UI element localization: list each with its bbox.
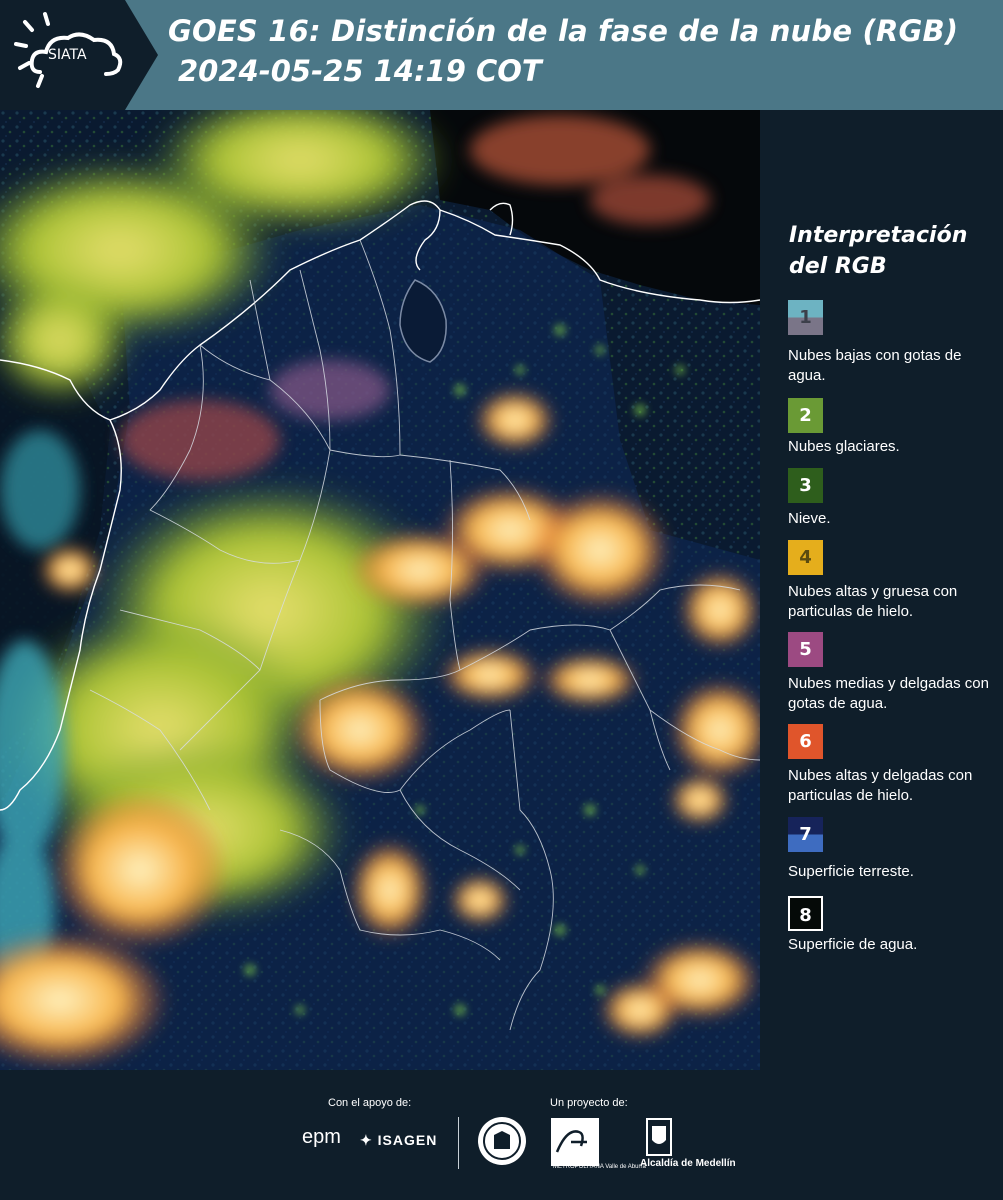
legend-swatch-number: 6 — [799, 731, 812, 752]
legend-title-line1: Interpretación — [789, 223, 968, 248]
legend-label-4: Nubes altas y gruesa con particulas de h… — [788, 583, 958, 620]
area-metropolitana-logo-icon — [551, 1118, 599, 1166]
legend-label-3: Nieve. — [788, 510, 831, 527]
legend-swatch-number: 8 — [799, 905, 812, 926]
isagen-text: ISAGEN — [377, 1132, 438, 1148]
legend-swatch-3: 3 — [788, 468, 823, 503]
isagen-logo: ✦ ISAGEN — [360, 1132, 437, 1149]
legend-panel: Interpretación del RGB 1 Nubes bajas con … — [770, 110, 1003, 1070]
siata-logo-text: SIATA — [48, 47, 87, 63]
legend-swatch-6: 6 — [788, 724, 823, 759]
legend-swatch-number: 7 — [799, 824, 812, 845]
page-title: GOES 16: Distinción de la fase de la nub… — [168, 14, 959, 48]
satellite-map — [0, 110, 760, 1070]
legend-swatch-7: 7 — [788, 817, 823, 852]
legend-label-7: Superficie terreste. — [788, 863, 914, 880]
alcaldia-text: Alcaldía de Medellín — [640, 1158, 736, 1169]
legend-title-line2: del RGB — [789, 254, 887, 279]
support-label: Con el apoyo de: — [328, 1097, 412, 1109]
legend-swatch-number: 3 — [799, 475, 812, 496]
siata-logo: SIATA — [0, 0, 160, 110]
legend-swatch-number: 4 — [799, 547, 812, 568]
area-metropolitana-text: METROPOLITANA Valle de Aburrá — [553, 1164, 646, 1170]
legend-swatch-4: 4 — [788, 540, 823, 575]
legend-swatch-1: 1 — [788, 300, 823, 335]
project-label: Un proyecto de: — [550, 1097, 628, 1109]
page-timestamp: 2024-05-25 14:19 COT — [178, 54, 542, 88]
legend-title: Interpretación del RGB — [789, 220, 989, 282]
alcaldia-shield-icon — [646, 1118, 672, 1156]
legend-swatch-8: 8 — [788, 896, 823, 931]
medellin-seal-icon — [478, 1117, 526, 1165]
legend-swatch-number: 1 — [799, 307, 812, 328]
isagen-icon: ✦ — [360, 1132, 378, 1148]
footer: Con el apoyo de: Un proyecto de: epm ✦ I… — [0, 1070, 1003, 1200]
epm-logo: epm — [302, 1126, 341, 1148]
legend-label-1: Nubes bajas con gotas de agua. — [788, 347, 962, 384]
legend-label-8: Superficie de agua. — [788, 936, 918, 953]
header: SIATA GOES 16: Distinción de la fase de … — [0, 0, 1003, 110]
legend-swatch-2: 2 — [788, 398, 823, 433]
legend-swatch-5: 5 — [788, 632, 823, 667]
legend-label-6: Nubes altas y delgadas con particulas de… — [788, 767, 973, 804]
legend-label-2: Nubes glaciares. — [788, 438, 900, 455]
legend-swatch-number: 2 — [799, 405, 812, 426]
footer-divider — [458, 1117, 459, 1169]
legend-swatch-number: 5 — [799, 639, 812, 660]
legend-label-5: Nubes medias y delgadas con gotas de agu… — [788, 675, 989, 712]
